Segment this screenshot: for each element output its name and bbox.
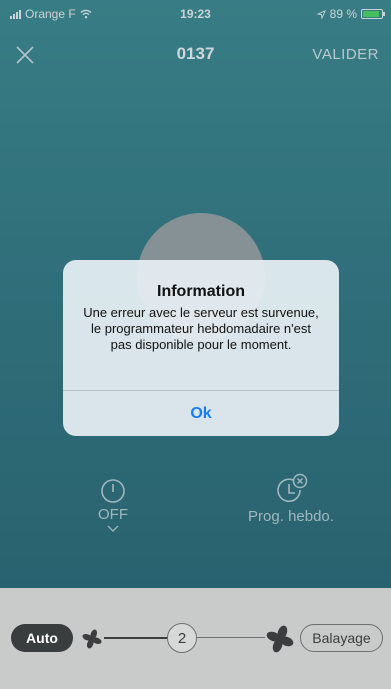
fan-speed-knob[interactable]: 2 [167, 623, 197, 653]
dialog-title: Information [157, 283, 245, 300]
ok-button[interactable]: Ok [63, 391, 339, 436]
fan-high-icon [266, 625, 294, 653]
dialog-message: Une erreur avec le serveur est survenue,… [83, 305, 319, 352]
information-dialog: Information Une erreur avec le serveur e… [63, 260, 339, 436]
auto-mode-button[interactable]: Auto [11, 624, 73, 652]
sweep-button[interactable]: Balayage [300, 624, 383, 652]
fan-slider-track-left[interactable] [104, 637, 168, 639]
fan-low-icon [82, 629, 102, 649]
app-screen: Orange F 19:23 89 % 0137 VALIDER OFF Pro… [0, 0, 391, 689]
fan-slider-track-right[interactable] [197, 637, 265, 638]
